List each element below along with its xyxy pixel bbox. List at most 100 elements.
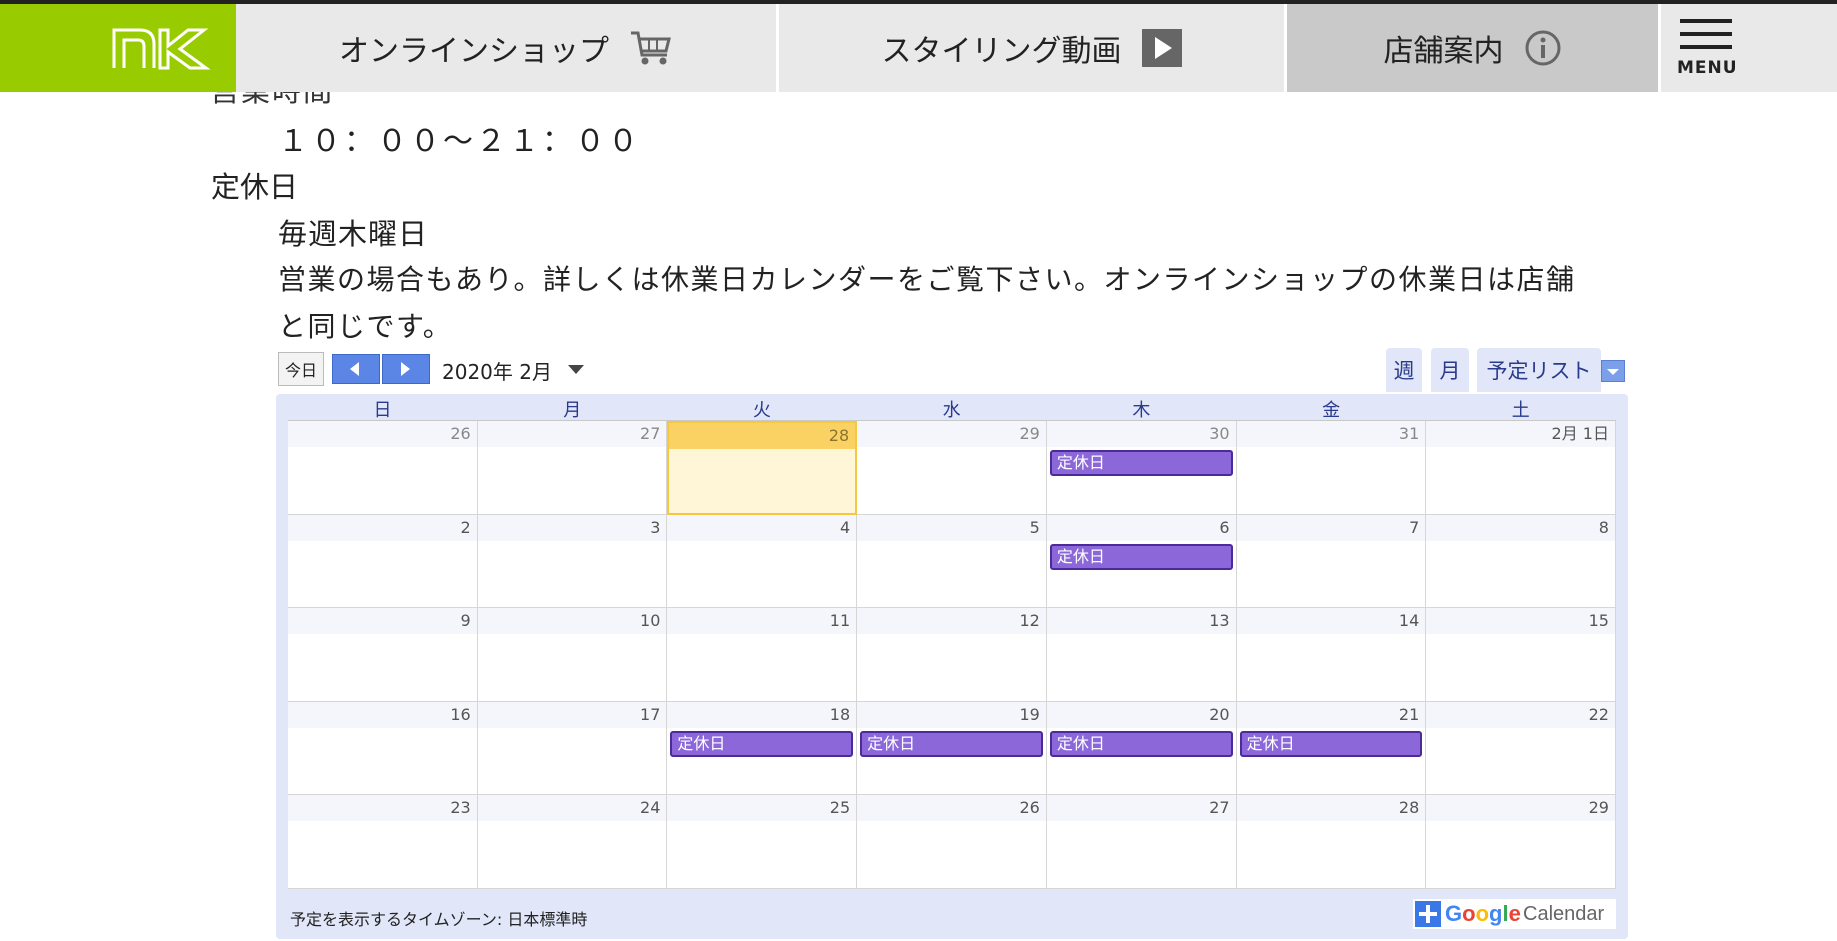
day-number: 5 <box>857 514 1046 541</box>
day-number: 9 <box>288 608 477 635</box>
chevron-right-icon <box>401 362 410 376</box>
day-cell-today[interactable]: 28 <box>667 421 858 515</box>
main-nav: オンラインショップ スタイリング動画 店舗案内 MENU <box>0 4 1837 92</box>
day-number: 4 <box>667 514 857 541</box>
hours-value: １０：００～２１：００ <box>278 124 641 159</box>
day-cell[interactable]: 9 <box>288 608 478 702</box>
day-cell[interactable]: 14 <box>1236 608 1427 702</box>
next-month-button[interactable] <box>382 354 430 384</box>
calendar-frame: 日月火水木金土 26 27 28 29 30 31 2月 1日 2 3 4 5 6 7 8 9 10 11 12 1… <box>276 394 1628 939</box>
day-number: 25 <box>667 795 857 822</box>
chevron-down-icon <box>1607 369 1619 375</box>
nav-store-info-label: 店舗案内 <box>1383 34 1504 69</box>
day-number: 12 <box>857 608 1046 635</box>
info-icon <box>1525 30 1560 66</box>
google-wordmark: Google <box>1445 901 1521 926</box>
closed-note-line1: 営業の場合もあり。詳しくは休業日カレンダーをご覧下さい。オンラインショップの休業… <box>278 263 1576 296</box>
weekday-label: 木 <box>1132 400 1151 421</box>
day-number: 3 <box>477 514 667 541</box>
day-cell[interactable]: 12 <box>857 608 1047 702</box>
day-cell[interactable]: 2月 1日 <box>1426 421 1616 515</box>
day-cell[interactable]: 28 <box>1236 795 1427 889</box>
hours-heading-clipped: 営業時間 <box>210 92 334 104</box>
day-number: 31 <box>1236 421 1426 447</box>
brand-logo[interactable] <box>0 4 236 92</box>
menu-button[interactable]: MENU <box>1660 4 1837 92</box>
day-cell[interactable]: 5 <box>857 514 1047 609</box>
day-cell[interactable]: 26 <box>288 421 478 515</box>
day-number: 7 <box>1236 514 1426 541</box>
weekday-label: 金 <box>1322 400 1341 421</box>
day-number: 10 <box>477 608 667 635</box>
day-cell[interactable]: 25 <box>667 795 858 889</box>
nav-online-shop-label: オンラインショップ <box>339 34 609 69</box>
day-cell[interactable]: 27 <box>1046 795 1237 889</box>
event-chip[interactable]: 定休日 <box>1049 450 1233 476</box>
tab-agenda[interactable]: 予定リスト <box>1477 348 1601 392</box>
day-cell[interactable]: 26 <box>857 795 1047 889</box>
day-number: 14 <box>1236 608 1426 635</box>
event-chip[interactable]: 定休日 <box>670 730 854 757</box>
day-number: 18 <box>667 701 857 728</box>
tab-week[interactable]: 週 <box>1386 348 1422 392</box>
day-number: 30 <box>1046 421 1236 447</box>
nav-styling-video[interactable]: スタイリング動画 <box>779 4 1284 92</box>
timezone-label: 予定を表示するタイムゾーン: 日本標準時 <box>290 910 588 929</box>
day-number: 2月 1日 <box>1426 421 1615 447</box>
weekday-label: 土 <box>1511 400 1530 421</box>
nav-online-shop[interactable]: オンラインショップ <box>236 4 776 92</box>
day-number: 11 <box>667 608 857 635</box>
month-grid: 26 27 28 29 30 31 2月 1日 2 3 4 5 6 7 8 9 10 11 12 13 14 15 16 1… <box>288 420 1616 889</box>
day-number: 24 <box>477 795 667 822</box>
day-cell[interactable]: 15 <box>1426 608 1616 702</box>
closed-days-heading: 定休日 <box>211 170 299 204</box>
event-chip[interactable]: 定休日 <box>1049 730 1233 757</box>
month-dropdown-icon[interactable] <box>568 365 584 375</box>
day-number: 21 <box>1236 701 1426 728</box>
closed-days-value: 毎週木曜日 <box>278 217 429 251</box>
today-button[interactable]: 今日 <box>278 352 324 386</box>
day-cell[interactable]: 24 <box>477 795 668 889</box>
nav-store-info[interactable]: 店舗案内 <box>1287 4 1658 92</box>
prev-month-button[interactable] <box>332 354 380 384</box>
day-cell[interactable]: 17 <box>477 701 668 796</box>
day-number: 26 <box>857 795 1046 822</box>
day-cell[interactable]: 8 <box>1426 514 1616 609</box>
day-cell[interactable]: 27 <box>477 421 668 515</box>
day-cell[interactable]: 29 <box>857 421 1047 515</box>
weekday-label: 日 <box>373 400 392 421</box>
view-dropdown-button[interactable] <box>1601 360 1625 382</box>
day-cell[interactable]: 10 <box>477 608 668 702</box>
day-cell[interactable]: 3 <box>477 514 668 609</box>
cart-icon <box>631 31 671 65</box>
day-cell[interactable]: 16 <box>288 701 478 796</box>
day-cell[interactable]: 7 <box>1236 514 1427 609</box>
day-number: 19 <box>857 701 1046 728</box>
event-chip[interactable]: 定休日 <box>1239 730 1423 757</box>
day-number: 26 <box>288 421 477 447</box>
day-number: 23 <box>288 795 477 822</box>
tab-month[interactable]: 月 <box>1431 348 1469 392</box>
day-cell[interactable]: 2 <box>288 514 478 609</box>
day-number: 8 <box>1426 514 1615 541</box>
day-cell[interactable]: 22 <box>1426 701 1616 796</box>
weekday-label: 月 <box>563 400 582 421</box>
day-cell[interactable]: 4 <box>667 514 858 609</box>
day-number: 27 <box>1046 795 1236 822</box>
day-cell[interactable]: 23 <box>288 795 478 889</box>
day-cell[interactable]: 29 <box>1426 795 1616 889</box>
add-to-google-calendar-button[interactable]: Google Calendar <box>1413 899 1616 929</box>
day-number: 22 <box>1426 701 1615 728</box>
menu-label: MENU <box>1677 58 1738 78</box>
event-chip[interactable]: 定休日 <box>1049 543 1233 570</box>
day-cell[interactable]: 31 <box>1236 421 1427 515</box>
plus-icon <box>1415 901 1441 927</box>
day-number: 16 <box>288 701 477 728</box>
day-cell[interactable]: 11 <box>667 608 858 702</box>
day-number: 27 <box>477 421 667 447</box>
day-cell[interactable]: 13 <box>1046 608 1237 702</box>
day-number: 2 <box>288 514 477 541</box>
event-chip[interactable]: 定休日 <box>860 730 1043 757</box>
day-number: 29 <box>1426 795 1615 822</box>
chevron-left-icon <box>350 362 359 376</box>
